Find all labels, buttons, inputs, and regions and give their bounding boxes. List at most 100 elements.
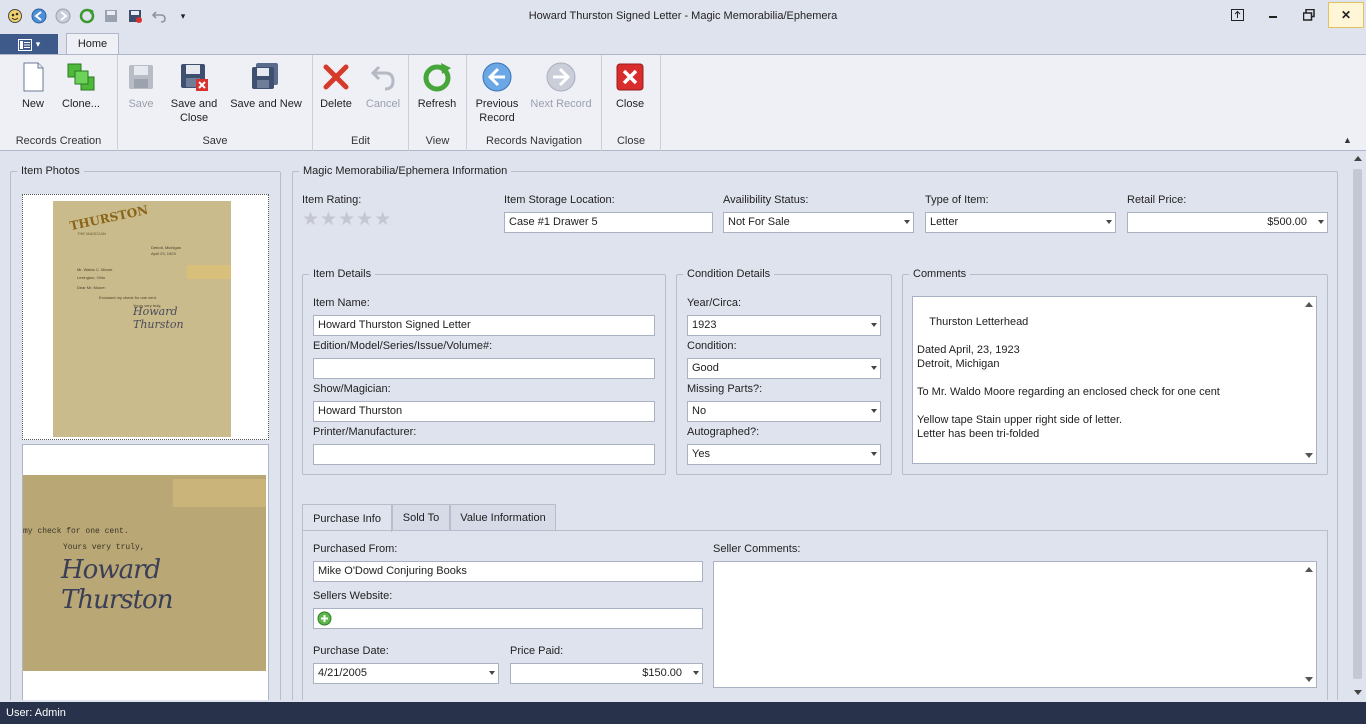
type-of-item-select[interactable]: Letter — [925, 212, 1116, 233]
cancel-button[interactable]: Cancel — [363, 61, 403, 111]
main-scrollbar[interactable] — [1350, 151, 1366, 700]
seller-comments-label: Seller Comments: — [713, 543, 801, 555]
new-document-icon — [17, 61, 49, 93]
chevron-down-icon — [1106, 220, 1112, 224]
scroll-down-icon[interactable] — [1354, 690, 1362, 695]
tab-home[interactable]: Home — [66, 33, 119, 56]
scroll-down-icon[interactable] — [1305, 677, 1313, 682]
status-bar: User: Admin — [0, 702, 1366, 724]
condition-select[interactable]: Good — [687, 358, 881, 379]
collapse-ribbon-icon[interactable]: ▲ — [1343, 135, 1352, 145]
comments-textarea[interactable]: Thurston Letterhead Dated April, 23, 192… — [912, 296, 1317, 464]
item-name-input[interactable]: Howard Thurston Signed Letter — [313, 315, 655, 336]
price-paid-input[interactable]: $150.00 — [510, 663, 703, 684]
item-rating-stars[interactable]: ★ ★ ★ ★ ★ — [302, 210, 391, 229]
tab-value-information[interactable]: Value Information — [450, 504, 556, 531]
rating-star-icon[interactable]: ★ — [374, 210, 391, 229]
chevron-down-icon — [871, 366, 877, 370]
chevron-down-icon — [871, 409, 877, 413]
group-records-navigation: Previous Record Next Record Records Navi… — [467, 55, 602, 151]
chevron-down-icon — [1318, 220, 1324, 224]
maximize-button[interactable] — [1294, 3, 1324, 27]
sellers-website-label: Sellers Website: — [313, 590, 393, 602]
add-link-icon[interactable] — [317, 611, 332, 626]
new-button[interactable]: New — [14, 61, 52, 111]
minimize-button[interactable] — [1258, 3, 1288, 27]
scroll-up-icon[interactable] — [1305, 567, 1313, 572]
condition-label: Condition: — [687, 340, 737, 352]
missing-parts-select[interactable]: No — [687, 401, 881, 422]
window-title: Howard Thurston Signed Letter - Magic Me… — [528, 10, 838, 22]
printer-input[interactable] — [313, 444, 655, 465]
clone-button[interactable]: Clone... — [58, 61, 104, 111]
storage-location-input[interactable]: Case #1 Drawer 5 — [504, 212, 713, 233]
save-button[interactable]: Save — [124, 61, 158, 111]
ribbon-tab-strip: ▾ Home — [0, 32, 1366, 56]
next-record-button[interactable]: Next Record — [529, 61, 593, 111]
group-records-creation: New Clone... Records Creation — [0, 55, 118, 151]
scroll-up-icon[interactable] — [1305, 302, 1313, 307]
restore-ribbon-icon[interactable] — [1222, 3, 1252, 27]
availability-select[interactable]: Not For Sale — [723, 212, 914, 233]
autographed-label: Autographed?: — [687, 426, 760, 438]
seller-comments-scrollbar[interactable] — [1301, 562, 1316, 687]
purchased-from-input[interactable]: Mike O'Dowd Conjuring Books — [313, 561, 703, 582]
save-and-new-button[interactable]: Save and New — [228, 61, 304, 111]
scroll-up-icon[interactable] — [1354, 156, 1362, 161]
availability-label: Availibility Status: — [723, 194, 809, 206]
group-label-edit: Edit — [351, 135, 370, 147]
delete-x-icon — [320, 61, 352, 93]
save-and-close-button[interactable]: Save and Close — [166, 61, 222, 125]
scroll-down-icon[interactable] — [1305, 453, 1313, 458]
item-details-header: Item Details — [313, 268, 372, 280]
missing-parts-label: Missing Parts?: — [687, 383, 763, 395]
close-button[interactable]: Close — [612, 61, 648, 111]
signature: Howard Thurston — [133, 305, 184, 331]
purchase-date-picker[interactable]: 4/21/2005 — [313, 663, 499, 684]
undo-icon — [367, 61, 399, 93]
rating-star-icon[interactable]: ★ — [320, 210, 337, 229]
group-label-view: View — [425, 135, 450, 147]
condition-details-header: Condition Details — [687, 268, 771, 280]
group-save: Save Save and Close Save and New Save — [118, 55, 313, 151]
tape-stain — [173, 479, 266, 507]
chevron-down-icon — [489, 671, 495, 675]
application-menu-button[interactable]: ▾ — [0, 34, 58, 55]
scrollbar-thumb[interactable] — [1353, 169, 1362, 679]
close-window-button[interactable]: ✕ — [1328, 2, 1364, 28]
clone-icon — [65, 61, 97, 93]
photo-thumbnail-2[interactable]: my check for one cent. Yours very truly,… — [22, 444, 269, 700]
menu-icon — [17, 38, 32, 51]
save-new-icon — [250, 61, 282, 93]
sellers-website-input[interactable] — [313, 608, 703, 629]
rating-star-icon[interactable]: ★ — [338, 210, 355, 229]
close-icon — [614, 61, 646, 93]
chevron-down-icon — [871, 323, 877, 327]
floppy-disk-icon — [125, 61, 157, 93]
group-label-save: Save — [202, 135, 228, 147]
edition-input[interactable] — [313, 358, 655, 379]
letter-photo-closeup: my check for one cent. Yours very truly,… — [23, 475, 266, 671]
retail-price-input[interactable]: $500.00 — [1127, 212, 1328, 233]
group-view: Refresh View — [409, 55, 467, 151]
tab-sold-to[interactable]: Sold To — [392, 504, 450, 531]
purchased-from-label: Purchased From: — [313, 543, 398, 555]
show-magician-input[interactable]: Howard Thurston — [313, 401, 655, 422]
comments-scrollbar[interactable] — [1301, 297, 1316, 463]
main-content: Item Photos THURSTON THE MAGICIAN Detroi… — [0, 151, 1366, 700]
seller-comments-textarea[interactable] — [713, 561, 1317, 688]
tab-purchase-info[interactable]: Purchase Info — [302, 504, 392, 532]
previous-record-button[interactable]: Previous Record — [471, 61, 523, 125]
item-name-label: Item Name: — [313, 297, 370, 309]
group-label-close: Close — [616, 135, 646, 147]
photo-thumbnail-1[interactable]: THURSTON THE MAGICIAN Detroit, Michigan … — [22, 194, 269, 440]
autographed-select[interactable]: Yes — [687, 444, 881, 465]
rating-star-icon[interactable]: ★ — [302, 210, 319, 229]
delete-button[interactable]: Delete — [319, 61, 353, 111]
refresh-button[interactable]: Refresh — [415, 61, 459, 111]
group-close: Close Close — [602, 55, 661, 151]
show-magician-label: Show/Magician: — [313, 383, 391, 395]
year-select[interactable]: 1923 — [687, 315, 881, 336]
rating-star-icon[interactable]: ★ — [356, 210, 373, 229]
item-photos-header: Item Photos — [21, 165, 80, 177]
